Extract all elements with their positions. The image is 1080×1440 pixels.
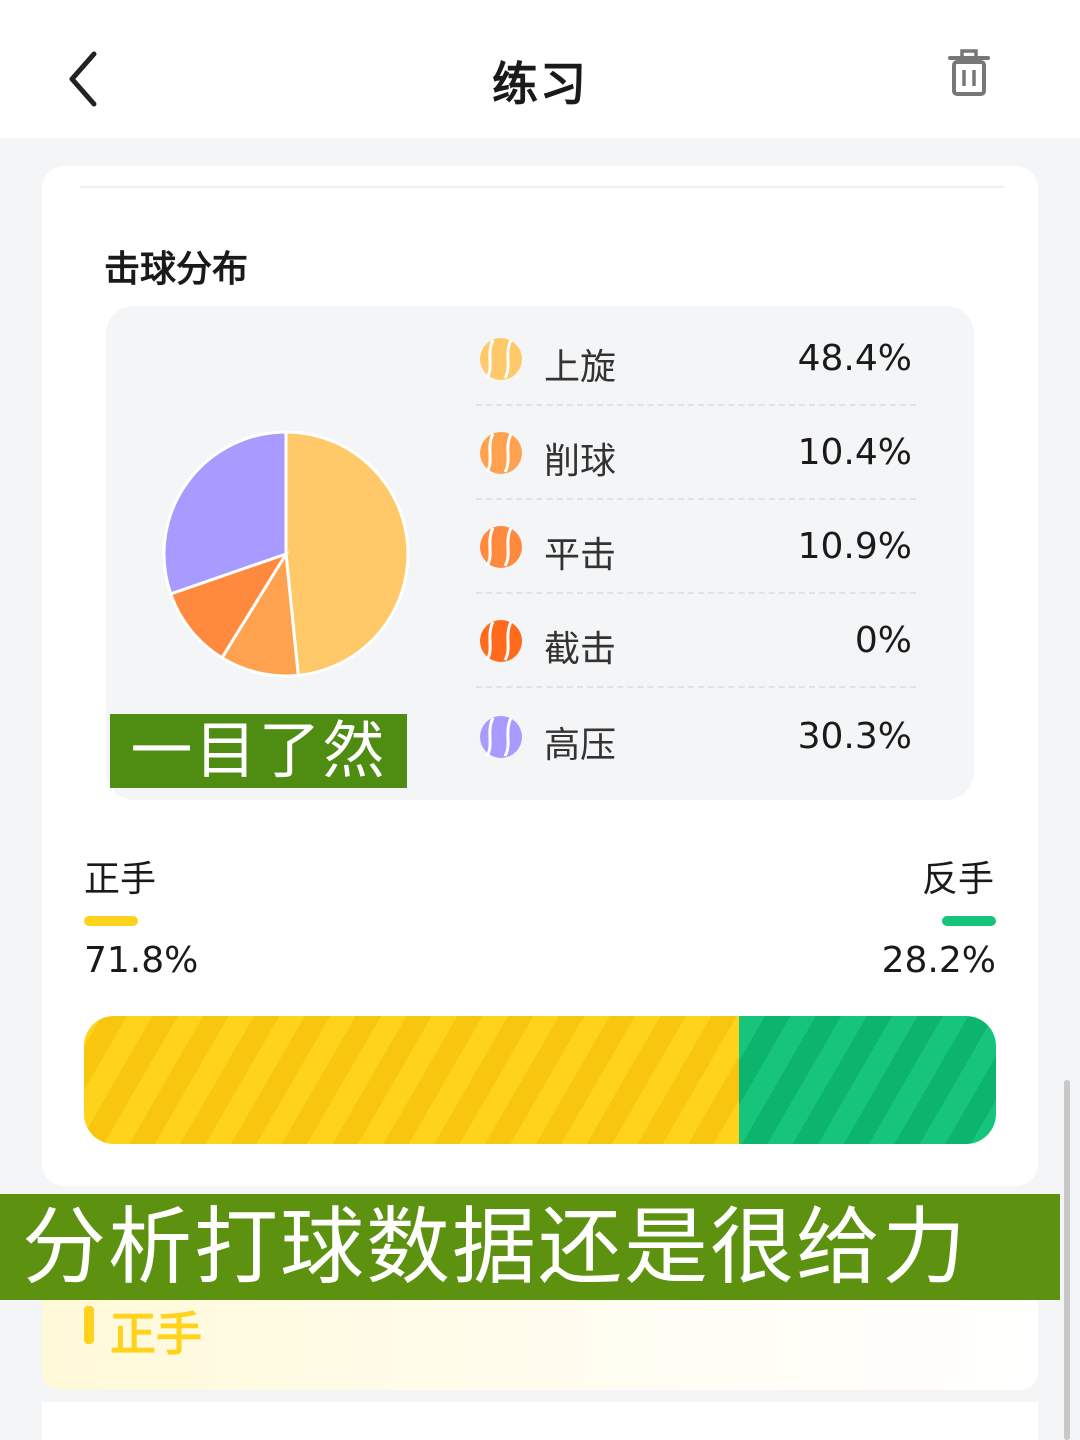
forehand-backhand-bar xyxy=(84,1016,996,1144)
legend-row: 高压 30.3% xyxy=(476,690,916,784)
overlay-caption-small: 一目了然 xyxy=(110,714,407,788)
legend-row: 截击 0% xyxy=(476,594,916,688)
pie-chart xyxy=(162,430,410,678)
tennis-ball-icon xyxy=(480,526,522,568)
pie-slice-1 xyxy=(284,430,410,678)
legend-percent: 48.4% xyxy=(797,338,912,379)
legend-percent: 10.4% xyxy=(797,432,912,473)
legend-label: 平击 xyxy=(544,535,617,576)
legend-percent: 0% xyxy=(854,620,912,661)
legend-divider xyxy=(476,686,916,688)
legend-label: 截击 xyxy=(544,629,617,670)
backhand-segment xyxy=(738,1016,996,1144)
delete-button[interactable] xyxy=(944,48,994,100)
tennis-ball-icon xyxy=(480,620,522,662)
legend-row: 平击 10.9% xyxy=(476,500,916,594)
overlay-caption: 分析打球数据还是很给力 xyxy=(0,1194,1060,1300)
page-title: 练习 xyxy=(492,57,588,111)
legend-row: 上旋 48.4% xyxy=(476,312,916,406)
top-bar: 练习 xyxy=(0,0,1080,138)
trash-icon xyxy=(948,49,990,96)
section-accent-bar xyxy=(84,1306,94,1344)
legend-percent: 30.3% xyxy=(797,716,912,757)
divider xyxy=(80,186,1004,188)
tennis-ball-icon xyxy=(480,432,522,474)
legend-row: 削球 10.4% xyxy=(476,406,916,500)
tabs-card xyxy=(42,1402,1038,1440)
backhand-indicator xyxy=(942,916,996,926)
legend-percent: 10.9% xyxy=(797,526,912,567)
backhand-percent: 28.2% xyxy=(881,940,996,981)
tennis-ball-icon xyxy=(480,716,522,758)
forehand-percent: 71.8% xyxy=(84,940,199,981)
forehand-indicator xyxy=(84,916,138,926)
legend-label: 上旋 xyxy=(544,347,617,388)
section-title-distribution: 击球分布 xyxy=(104,249,249,290)
forehand-label: 正手 xyxy=(84,859,157,900)
legend-label: 削球 xyxy=(544,441,617,482)
tennis-ball-icon xyxy=(480,338,522,380)
scrollbar[interactable] xyxy=(1064,1080,1070,1440)
section-title-forehand: 正手 xyxy=(110,1307,202,1361)
backhand-label: 反手 xyxy=(921,859,994,900)
legend-label: 高压 xyxy=(544,725,617,766)
forehand-segment xyxy=(84,1016,739,1144)
